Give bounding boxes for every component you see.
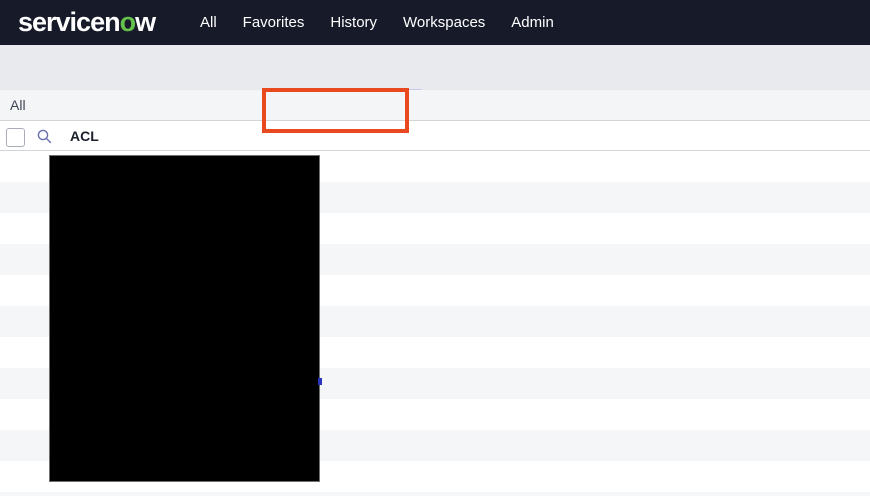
topnav-item-favorites[interactable]: Favorites [243, 0, 305, 45]
topnav-item-admin[interactable]: Admin [511, 0, 554, 45]
redacted-region [49, 155, 320, 482]
logo-green-o-icon: o [120, 7, 136, 37]
topnav-item-all[interactable]: All [200, 0, 217, 45]
table-row[interactable] [0, 492, 870, 496]
list-header-row: ACL [0, 121, 870, 151]
select-all-checkbox[interactable] [6, 128, 25, 147]
servicenow-list-page: servicenow All Favorites History Workspaces… [0, 0, 870, 496]
search-icon[interactable] [36, 128, 53, 145]
column-header-acl[interactable]: ACL [70, 128, 99, 144]
breadcrumb-bar: All [0, 90, 870, 120]
logo-text-end: w [135, 7, 155, 37]
topnav-item-workspaces[interactable]: Workspaces [403, 0, 485, 45]
breadcrumb-all-link[interactable]: All [0, 97, 26, 113]
topnav-item-history[interactable]: History [330, 0, 377, 45]
servicenow-logo[interactable]: servicenow [18, 7, 155, 38]
logo-text: servicen [18, 7, 120, 37]
partially-hidden-link[interactable] [318, 378, 322, 385]
topnav-items: All Favorites History Workspaces Admin [200, 0, 554, 45]
list-toolbar: Access Roles Role [0, 45, 870, 90]
top-nav-bar: servicenow All Favorites History Workspaces… [0, 0, 870, 45]
